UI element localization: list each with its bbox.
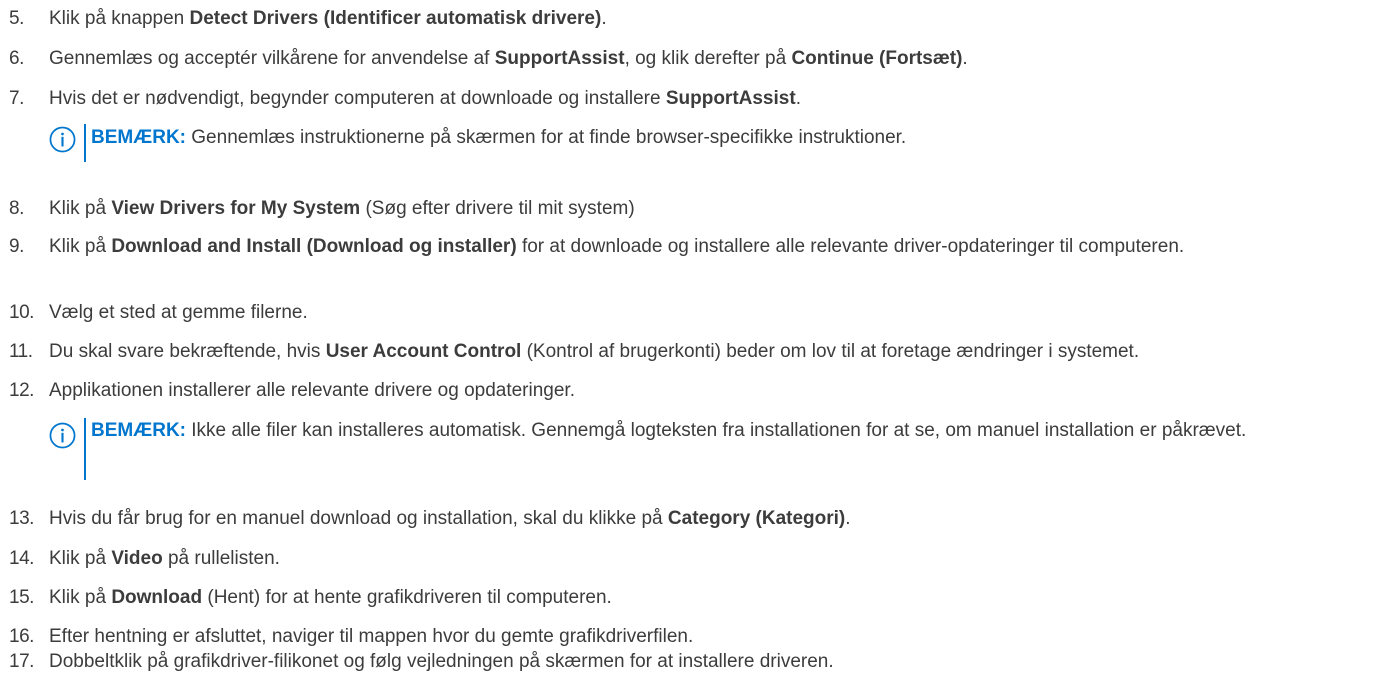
note-label: BEMÆRK:	[91, 420, 186, 441]
step-text: Klik på	[49, 198, 112, 219]
step-text: Gennemlæs og acceptér vilkårene for anve…	[49, 48, 495, 69]
step-11: 11. Du skal svare bekræftende, hvis User…	[9, 338, 1369, 365]
note-text: Ikke alle filer kan installeres automati…	[186, 420, 1247, 441]
step-9: 9. Klik på Download and Install (Downloa…	[9, 233, 1265, 260]
step-7: 7. Hvis det er nødvendigt, begynder comp…	[9, 85, 1369, 112]
step-number: 10.	[9, 302, 34, 323]
step-15: 15. Klik på Download (Hent) for at hente…	[9, 584, 1369, 611]
step-number: 14.	[9, 548, 34, 569]
step-text: .	[601, 8, 607, 29]
step-bold-text: SupportAssist	[494, 48, 625, 69]
step-bold-text: Video	[111, 548, 163, 569]
step-14: 14. Klik på Video på rullelisten.	[9, 545, 1369, 572]
note-1: BEMÆRK: Gennemlæs instruktionerne på skæ…	[49, 124, 1369, 162]
step-number: 7.	[9, 88, 24, 109]
step-5: 5. Klik på knappen Detect Drivers (Ident…	[9, 5, 1369, 32]
step-text: .	[795, 88, 801, 109]
step-number: 9.	[9, 236, 24, 257]
step-text: .	[962, 48, 968, 69]
step-text: , og klik derefter på	[624, 48, 792, 69]
note-label: BEMÆRK:	[91, 127, 186, 148]
note-divider	[84, 124, 86, 162]
step-bold-text: Download and Install (Download og instal…	[111, 236, 517, 257]
step-number: 8.	[9, 198, 24, 219]
step-text: Klik på knappen	[49, 8, 190, 29]
step-bold-text: View Drivers for My System	[111, 198, 361, 219]
step-bold-text: Category (Kategori)	[667, 508, 846, 529]
step-bold-text: User Account Control	[325, 341, 522, 362]
note-divider	[84, 418, 86, 480]
step-text: (Kontrol af brugerkonti) beder om lov ti…	[521, 341, 1140, 362]
step-text: Klik på	[49, 236, 112, 257]
step-number: 12.	[9, 380, 34, 401]
step-text: Klik på	[49, 587, 112, 608]
step-text: Efter hentning er afsluttet, naviger til…	[49, 626, 694, 647]
step-number: 15.	[9, 587, 34, 608]
step-text: Vælg et sted at gemme filerne.	[49, 302, 308, 323]
note-text: Gennemlæs instruktionerne på skærmen for…	[186, 127, 907, 148]
step-number: 17.	[9, 651, 34, 672]
step-bold-text: SupportAssist	[665, 88, 796, 109]
step-number: 6.	[9, 48, 24, 69]
step-10: 10. Vælg et sted at gemme filerne.	[9, 299, 1369, 326]
step-text: for at downloade og installere alle rele…	[516, 236, 1185, 257]
step-text: Dobbeltklik på grafikdriver-filikonet og…	[49, 651, 834, 672]
step-bold-text: Continue (Fortsæt)	[791, 48, 963, 69]
step-16: 16. Efter hentning er afsluttet, naviger…	[9, 623, 1369, 650]
step-number: 13.	[9, 508, 34, 529]
step-bold-text: Detect Drivers (Identificer automatisk d…	[189, 8, 602, 29]
step-text: på rullelisten.	[162, 548, 280, 569]
note-2: BEMÆRK: Ikke alle filer kan installeres …	[49, 414, 1365, 480]
step-text: Applikationen installerer alle relevante…	[49, 380, 575, 401]
info-circle-icon	[49, 422, 76, 449]
step-number: 11.	[9, 341, 33, 362]
step-text: Klik på	[49, 548, 112, 569]
step-8: 8. Klik på View Drivers for My System (S…	[9, 195, 1369, 222]
step-text: (Hent) for at hente grafikdriveren til c…	[202, 587, 612, 608]
step-number: 5.	[9, 8, 24, 29]
step-12: 12. Applikationen installerer alle relev…	[9, 377, 1369, 404]
step-text: Du skal svare bekræftende, hvis	[49, 341, 326, 362]
step-13: 13. Hvis du får brug for en manuel downl…	[9, 505, 1369, 532]
step-bold-text: Download	[111, 587, 203, 608]
info-circle-icon	[49, 126, 76, 153]
step-number: 16.	[9, 626, 34, 647]
step-text: (Søg efter drivere til mit system)	[360, 198, 635, 219]
step-17: 17. Dobbeltklik på grafikdriver-filikone…	[9, 648, 1369, 675]
step-6: 6. Gennemlæs og acceptér vilkårene for a…	[9, 45, 1369, 72]
step-text: Hvis det er nødvendigt, begynder compute…	[49, 88, 666, 109]
step-text: Hvis du får brug for en manuel download …	[49, 508, 668, 529]
step-text: .	[845, 508, 851, 529]
